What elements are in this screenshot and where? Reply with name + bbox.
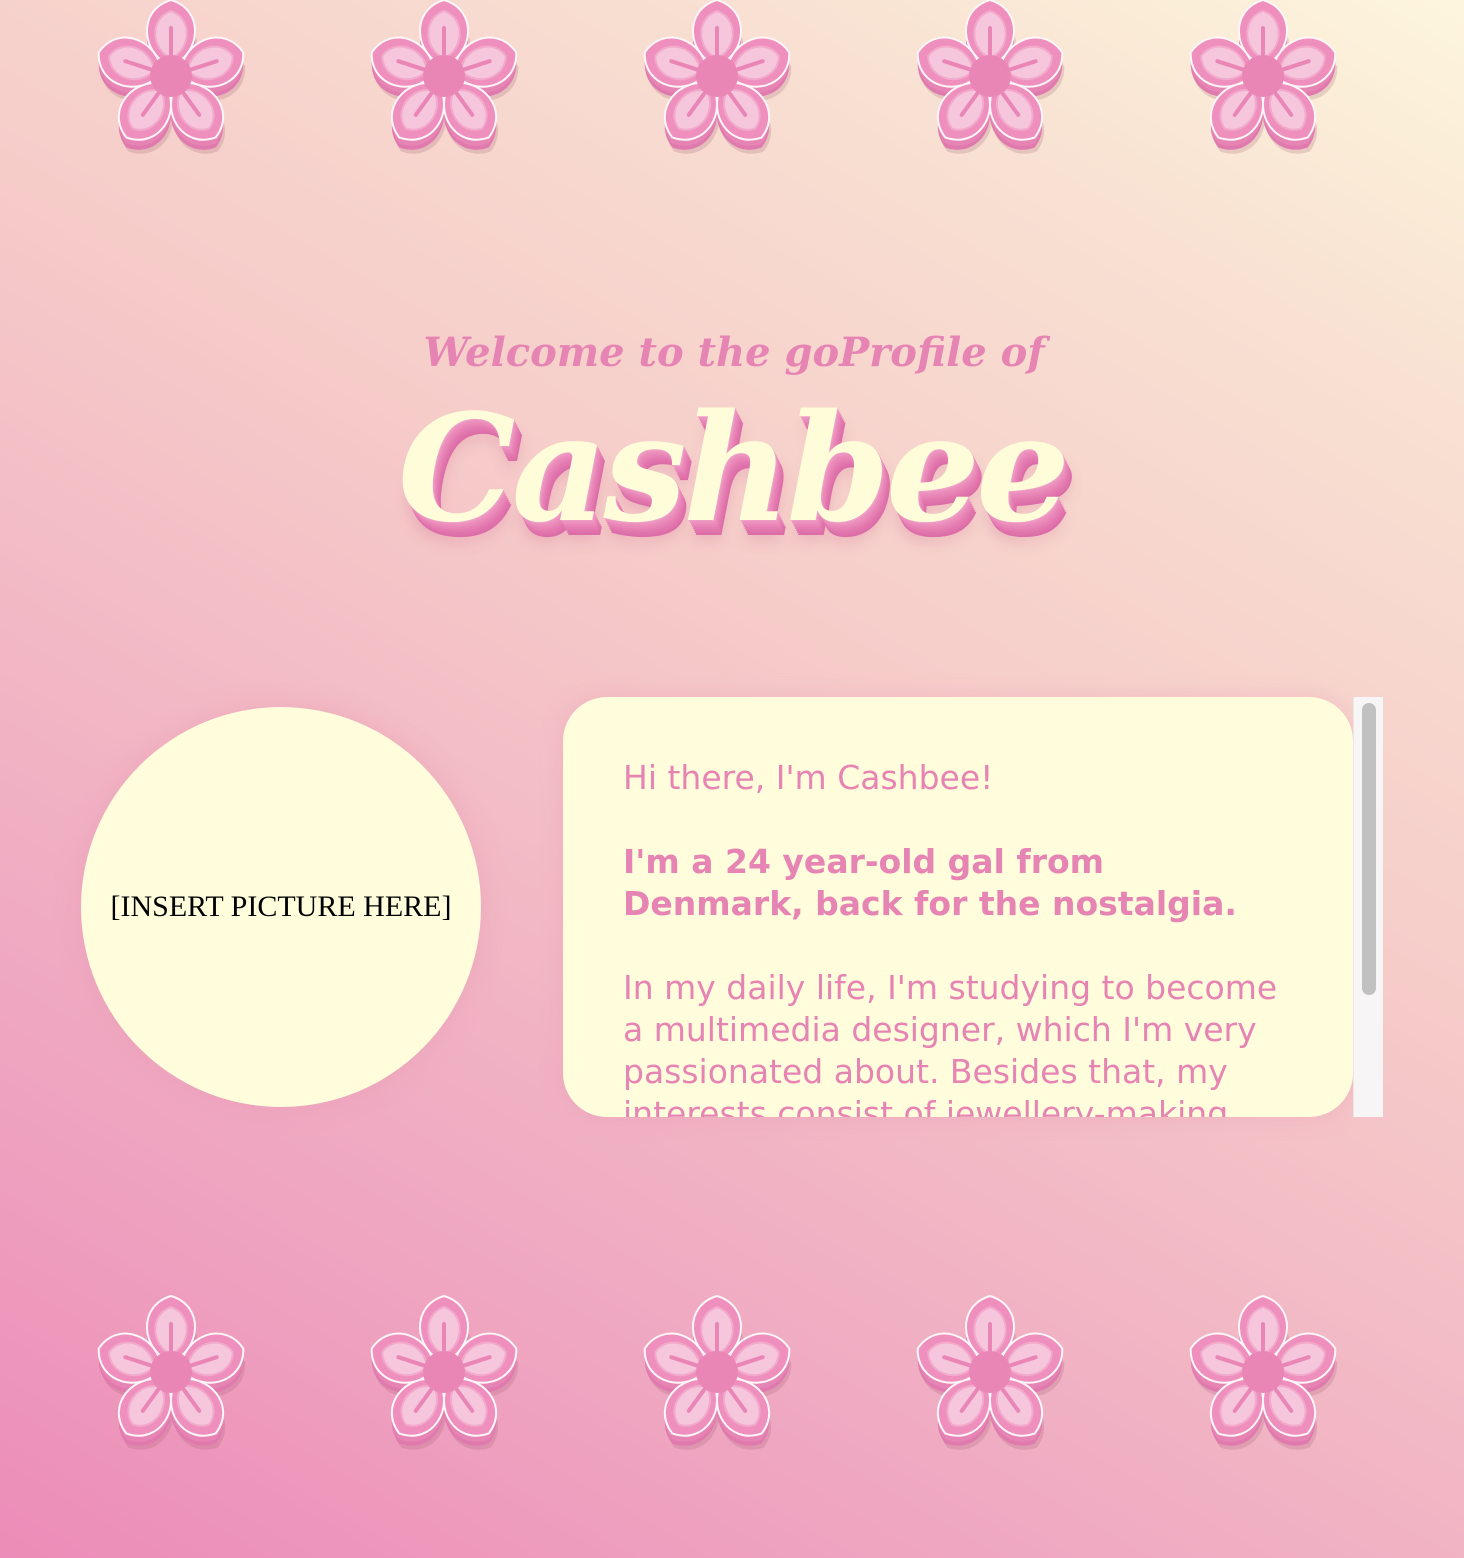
bio-scrollbar[interactable]: [1353, 697, 1383, 1117]
flower-icon: [95, 1296, 247, 1462]
flower-icon: [1187, 1296, 1339, 1462]
bio-greeting: Hi there, I'm Cashbee!: [623, 758, 994, 797]
bottom-flower-row: [0, 1296, 1464, 1466]
flower-icon: [641, 1296, 793, 1462]
flower-icon: [1187, 0, 1339, 166]
bio-details: In my daily life, I'm studying to become…: [623, 968, 1278, 1117]
bio-scrollbar-thumb[interactable]: [1362, 703, 1376, 995]
flower-icon: [95, 0, 247, 166]
flower-icon: [914, 0, 1066, 166]
flower-icon: [368, 0, 520, 166]
top-flower-row: [0, 0, 1464, 170]
bio-box: Hi there, I'm Cashbee! I'm a 24 year-old…: [563, 697, 1353, 1117]
profile-name: Cashbee: [397, 381, 1070, 555]
flower-icon: [368, 1296, 520, 1462]
bio-intro: I'm a 24 year-old gal from Denmark, back…: [623, 842, 1237, 923]
bio-panel[interactable]: Hi there, I'm Cashbee! I'm a 24 year-old…: [563, 697, 1383, 1117]
profile-picture: [INSERT PICTURE HERE]: [81, 707, 481, 1107]
flower-icon: [914, 1296, 1066, 1462]
welcome-subtitle: Welcome to the goProfile of: [423, 329, 1045, 376]
profile-header: Welcome to the goProfile of Cashbee: [0, 318, 1464, 548]
bio-content: Hi there, I'm Cashbee! I'm a 24 year-old…: [563, 697, 1353, 1117]
flower-icon: [641, 0, 793, 166]
profile-picture-placeholder: [INSERT PICTURE HERE]: [110, 890, 452, 923]
